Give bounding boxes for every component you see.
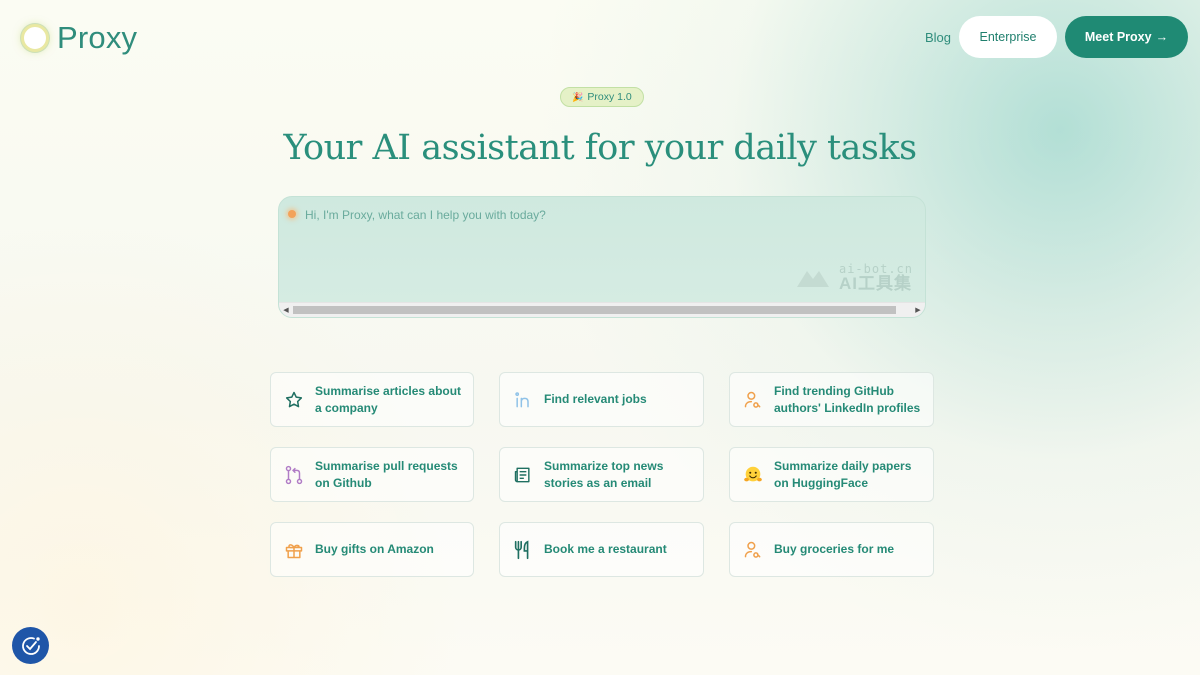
status-dot-icon: [288, 210, 296, 218]
suggestion-label: Summarise articles about a company: [315, 383, 462, 415]
suggestion-label: Find trending GitHub authors' LinkedIn p…: [774, 383, 921, 415]
user-search-icon: [742, 389, 764, 411]
suggestion-label: Book me a restaurant: [544, 542, 667, 556]
watermark: ai-bot.cn AI工具集: [793, 263, 913, 292]
suggestion-card[interactable]: Summarise pull requests on Github: [270, 447, 474, 502]
scroll-right-icon[interactable]: ▶: [911, 303, 925, 317]
watermark-logo-icon: [796, 270, 829, 287]
suggestion-card[interactable]: Buy gifts on Amazon: [270, 522, 474, 577]
version-badge: 🎉 Proxy 1.0: [560, 87, 644, 107]
newspaper-icon: [512, 464, 534, 486]
suggestion-label: Summarise pull requests on Github: [315, 458, 458, 490]
suggestion-label: Summarize top news stories as an email: [544, 458, 664, 490]
prompt-input[interactable]: [305, 205, 905, 225]
cookie-consent-button[interactable]: [12, 627, 49, 664]
suggestion-card[interactable]: Book me a restaurant: [499, 522, 704, 577]
top-nav: Blog Enterprise Meet Proxy →: [925, 16, 1188, 58]
suggestion-card[interactable]: Summarize daily papers on HuggingFace: [729, 447, 934, 502]
prompt-box: ai-bot.cn AI工具集 ◀ ▶: [278, 196, 926, 318]
meet-proxy-button[interactable]: Meet Proxy →: [1065, 16, 1188, 58]
suggestion-card[interactable]: Summarize top news stories as an email: [499, 447, 704, 502]
page-title: Your AI assistant for your daily tasks: [283, 128, 917, 168]
watermark-bottom-text: AI工具集: [838, 274, 912, 293]
horizontal-scrollbar[interactable]: ◀ ▶: [279, 302, 925, 317]
logo-text: Proxy: [57, 20, 138, 55]
meet-proxy-label: Meet Proxy: [1084, 30, 1152, 44]
gift-icon: [283, 539, 305, 561]
suggestion-card[interactable]: Find trending GitHub authors' LinkedIn p…: [729, 372, 934, 427]
hugging-face-icon: [742, 464, 764, 486]
version-badge-label: Proxy 1.0: [587, 91, 632, 103]
suggestion-label: Summarize daily papers on HuggingFace: [774, 458, 912, 490]
suggestion-grid: Summarise articles about a company Find …: [270, 372, 934, 577]
shield-check-icon: [21, 636, 40, 655]
user-search-icon: [742, 539, 764, 561]
suggestion-card[interactable]: Buy groceries for me: [729, 522, 934, 577]
suggestion-label: Buy groceries for me: [774, 542, 895, 556]
enterprise-button[interactable]: Enterprise: [959, 16, 1057, 58]
party-popper-icon: 🎉: [572, 91, 584, 102]
scroll-left-icon[interactable]: ◀: [279, 303, 293, 317]
suggestion-label: Buy gifts on Amazon: [315, 542, 434, 556]
scrollbar-thumb[interactable]: [293, 306, 896, 314]
suggestion-card[interactable]: Summarise articles about a company: [270, 372, 474, 427]
star-icon: [283, 389, 305, 411]
logo-ring-icon: [21, 24, 49, 52]
git-pull-request-icon: [283, 464, 305, 486]
proxy-logo[interactable]: Proxy: [21, 20, 137, 56]
utensils-icon: [512, 539, 534, 561]
arrow-right-icon: →: [1155, 30, 1169, 44]
linkedin-icon: [512, 389, 534, 411]
suggestion-card[interactable]: Find relevant jobs: [499, 372, 704, 427]
suggestion-label: Find relevant jobs: [544, 392, 647, 406]
nav-blog-link[interactable]: Blog: [925, 30, 951, 45]
